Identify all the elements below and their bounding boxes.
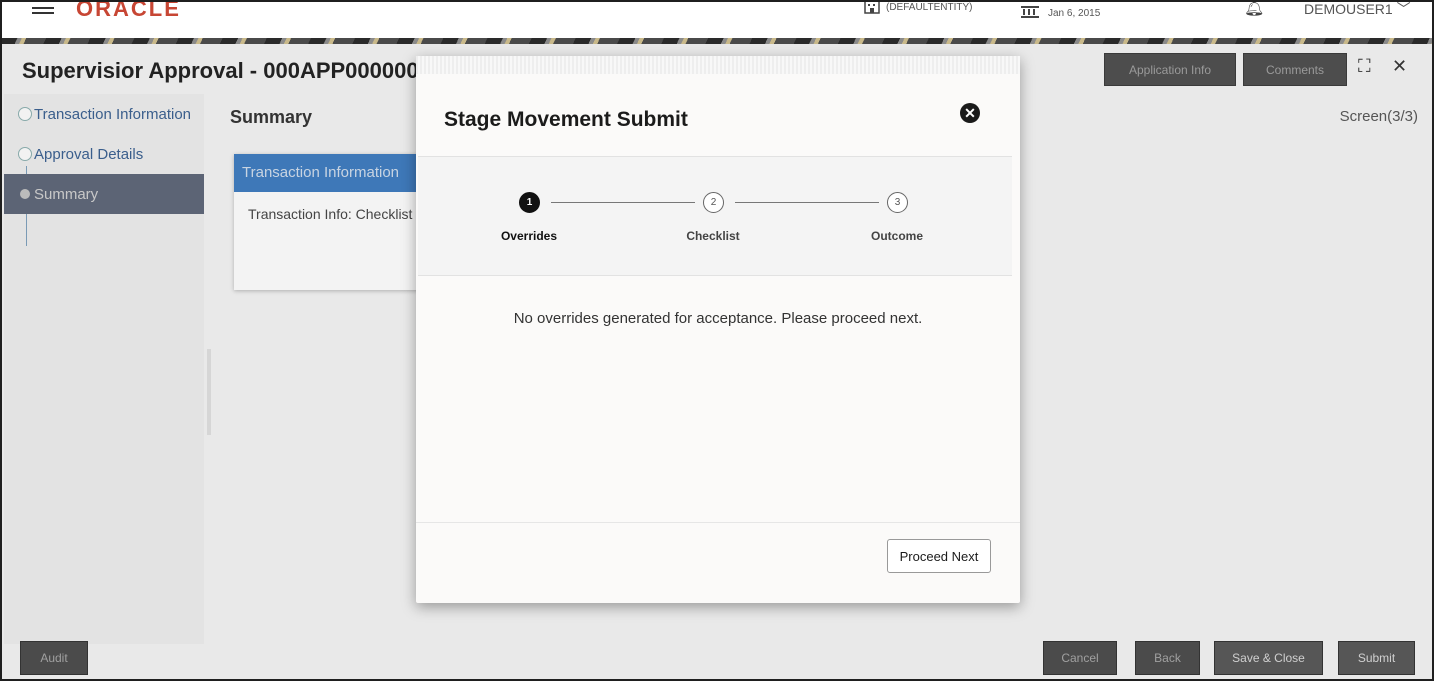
stepper: 1 2 3 Overrides Checklist Outcome	[418, 156, 1012, 276]
cancel-button[interactable]: Cancel	[1043, 641, 1117, 675]
submit-button[interactable]: Submit	[1338, 641, 1415, 675]
sidebar-item-label: Approval Details	[34, 145, 144, 163]
step-label-outcome: Outcome	[870, 229, 923, 243]
step-connector	[551, 202, 695, 203]
minimize-icon[interactable]: ⛶	[1358, 56, 1371, 77]
user-menu[interactable]: DEMOUSER1 ﹀	[1304, 1, 1411, 19]
sidebar-item-transaction-information[interactable]: Transaction Information	[4, 94, 204, 134]
step-label-overrides: Overrides	[500, 229, 558, 243]
comments-button[interactable]: Comments	[1243, 53, 1347, 86]
bank-icon	[1021, 5, 1039, 18]
dot-icon	[20, 189, 30, 199]
summary-title: Summary	[230, 107, 313, 127]
dialog-top-bar	[416, 56, 1020, 74]
entity-label: (DEFAULTENTITY)	[886, 1, 973, 13]
audit-button[interactable]: Audit	[20, 641, 88, 675]
building-icon	[864, 2, 880, 14]
overrides-message: No overrides generated for acceptance. P…	[513, 310, 923, 327]
top-header: ORACLE (DEFAULTENTITY) Jan 6, 2015 🔔︎ DE…	[2, 2, 1432, 40]
save-close-button[interactable]: Save & Close	[1214, 641, 1323, 675]
sidebar-item-approval-details[interactable]: Approval Details	[4, 134, 204, 174]
hamburger-menu-icon[interactable]	[32, 4, 54, 14]
user-name: DEMOUSER1	[1304, 1, 1393, 17]
stage-movement-dialog: Stage Movement Submit ✕ 1 2 3 Overrides …	[416, 56, 1020, 603]
oracle-logo: ORACLE	[76, 0, 181, 21]
sidebar: Transaction Information Approval Details…	[4, 94, 204, 644]
step-connector	[735, 202, 879, 203]
bell-icon[interactable]: 🔔︎	[1244, 2, 1264, 18]
step-3-indicator[interactable]: 3	[887, 192, 908, 213]
check-circle-icon	[18, 147, 32, 161]
divider	[416, 522, 1020, 523]
sidebar-item-label: Transaction Information	[34, 105, 192, 123]
chevron-down-icon: ﹀	[1396, 1, 1411, 17]
sidebar-item-label: Summary	[34, 185, 99, 203]
step-2-indicator[interactable]: 2	[703, 192, 724, 213]
proceed-next-button[interactable]: Proceed Next	[887, 539, 991, 573]
branch-date: Jan 6, 2015	[1020, 2, 1100, 19]
date-label: Jan 6, 2015	[1048, 8, 1101, 19]
step-label-checklist: Checklist	[686, 229, 740, 243]
close-icon[interactable]: ✕	[1392, 56, 1407, 77]
transaction-info-card[interactable]: Transaction Information Transaction Info…	[234, 154, 434, 290]
check-circle-icon	[18, 107, 32, 121]
entity-selector[interactable]: (DEFAULTENTITY)	[864, 1, 973, 14]
sidebar-item-summary[interactable]: Summary	[4, 174, 204, 214]
back-button[interactable]: Back	[1135, 641, 1200, 675]
card-body: Transaction Info: Checklist	[248, 206, 413, 222]
resize-handle[interactable]	[207, 349, 211, 435]
close-icon[interactable]: ✕	[960, 103, 980, 123]
application-info-button[interactable]: Application Info	[1104, 53, 1236, 86]
card-header: Transaction Information	[234, 154, 434, 192]
screen-count: Screen(3/3)	[1339, 108, 1418, 125]
step-1-indicator[interactable]: 1	[519, 192, 540, 213]
page-title: Supervisior Approval - 000APP000000	[22, 58, 419, 83]
dialog-title: Stage Movement Submit	[444, 108, 688, 131]
app-window: ORACLE (DEFAULTENTITY) Jan 6, 2015 🔔︎ DE…	[0, 0, 1434, 681]
